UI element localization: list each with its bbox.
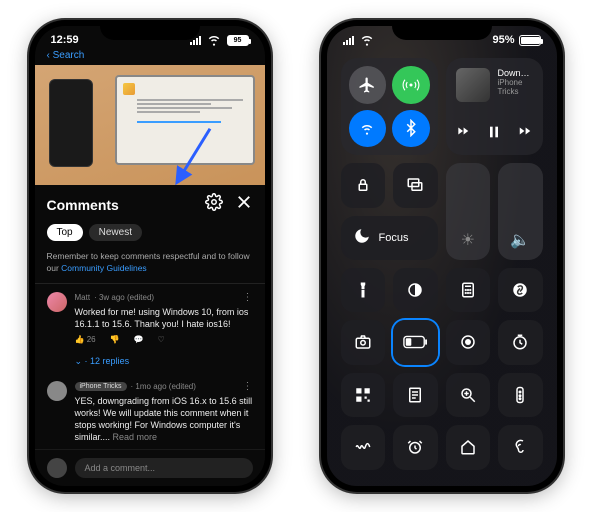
- avatar[interactable]: [47, 381, 67, 401]
- annotation-arrow: [165, 125, 225, 185]
- heart-icon: ♡: [158, 335, 165, 344]
- comments-title: Comments: [47, 197, 119, 213]
- tab-newest[interactable]: Newest: [89, 224, 142, 241]
- control-center: 95% Downgrade iO... iPhone Tricks: [327, 26, 557, 486]
- close-icon[interactable]: [235, 193, 253, 216]
- focus-button[interactable]: Focus: [341, 216, 438, 260]
- wifi-icon: [358, 30, 376, 51]
- kebab-icon[interactable]: ⋮: [243, 381, 253, 392]
- author-badge: iPhone Tricks: [75, 382, 127, 391]
- low-power-button[interactable]: [393, 320, 438, 365]
- tab-top[interactable]: Top: [47, 224, 83, 241]
- reply-icon[interactable]: 💬: [134, 335, 144, 344]
- home-button[interactable]: [446, 425, 491, 470]
- moon-icon: [353, 227, 371, 248]
- like-button[interactable]: 👍 26: [75, 335, 96, 344]
- speaker-icon: 🔈: [510, 230, 530, 250]
- sun-icon: ☀: [461, 230, 475, 250]
- camera-button[interactable]: [341, 320, 386, 365]
- comment-text: YES, downgrading from iOS 16.x to 15.6 s…: [75, 395, 253, 444]
- connectivity-block: [341, 58, 438, 155]
- remote-button[interactable]: [498, 373, 543, 418]
- prev-track-icon[interactable]: [456, 124, 470, 145]
- guideline-banner: Remember to keep comments respectful and…: [35, 247, 265, 284]
- add-comment-bar: Add a comment...: [35, 449, 265, 486]
- notch: [392, 20, 492, 40]
- shazam-button[interactable]: [498, 268, 543, 313]
- screen-mirroring[interactable]: [393, 163, 438, 208]
- notes-button[interactable]: [393, 373, 438, 418]
- phone-mockup-right: 95% Downgrade iO... iPhone Tricks: [321, 20, 563, 492]
- battery-percent: 95%: [492, 34, 514, 46]
- wifi-icon: [205, 30, 223, 51]
- media-block: Downgrade iO... iPhone Tricks: [446, 58, 543, 155]
- magnifier-button[interactable]: [446, 373, 491, 418]
- pause-icon[interactable]: [486, 124, 502, 145]
- bluetooth-toggle[interactable]: [392, 110, 430, 148]
- my-avatar[interactable]: [47, 458, 67, 478]
- media-subtitle: iPhone Tricks: [498, 78, 533, 96]
- brightness-slider[interactable]: ☀: [446, 163, 491, 260]
- hearing-button[interactable]: [498, 425, 543, 470]
- next-track-icon[interactable]: [518, 124, 532, 145]
- dark-mode-button[interactable]: [393, 268, 438, 313]
- status-time: 12:59: [51, 34, 79, 46]
- comment-text: Worked for me! using Windows 10, from io…: [75, 306, 253, 330]
- comment-input[interactable]: Add a comment...: [75, 458, 253, 478]
- timer-button[interactable]: [498, 320, 543, 365]
- comment-item: Matt · 3w ago (edited)⋮ Worked for me! u…: [35, 284, 265, 352]
- gear-icon[interactable]: [205, 193, 223, 216]
- calculator-button[interactable]: [446, 268, 491, 313]
- read-more[interactable]: Read more: [113, 432, 158, 442]
- sort-pills: Top Newest: [35, 224, 265, 247]
- orientation-lock[interactable]: [341, 163, 386, 208]
- wifi-toggle[interactable]: [349, 110, 387, 148]
- battery-icon: [519, 35, 541, 46]
- battery-indicator: 95: [227, 35, 249, 46]
- comments-header: Comments: [35, 185, 265, 224]
- guideline-link[interactable]: Community Guidelines: [61, 263, 147, 273]
- cellular-icon: [343, 36, 354, 45]
- media-artwork: [456, 68, 490, 102]
- avatar[interactable]: [47, 292, 67, 312]
- alarm-button[interactable]: [393, 425, 438, 470]
- volume-slider[interactable]: 🔈: [498, 163, 543, 260]
- kebab-icon[interactable]: ⋮: [243, 292, 253, 303]
- flashlight-button[interactable]: [341, 268, 386, 313]
- dislike-button[interactable]: 👎: [110, 335, 120, 344]
- cellular-toggle[interactable]: [392, 66, 430, 104]
- voice-memo-button[interactable]: [341, 425, 386, 470]
- phone-mockup-left: 12:59 95 ‹ Search Comments: [29, 20, 271, 492]
- video-thumbnail[interactable]: [35, 65, 265, 185]
- back-search[interactable]: ‹ Search: [35, 50, 265, 65]
- media-title: Downgrade iO...: [498, 68, 533, 78]
- comment-author: Matt: [75, 293, 91, 302]
- qr-scan-button[interactable]: [341, 373, 386, 418]
- youtube-screen: 12:59 95 ‹ Search Comments: [35, 26, 265, 486]
- screen-record-button[interactable]: [446, 320, 491, 365]
- notch: [100, 20, 200, 40]
- airplane-toggle[interactable]: [349, 66, 387, 104]
- view-replies[interactable]: ⌄ · 12 replies: [35, 352, 265, 373]
